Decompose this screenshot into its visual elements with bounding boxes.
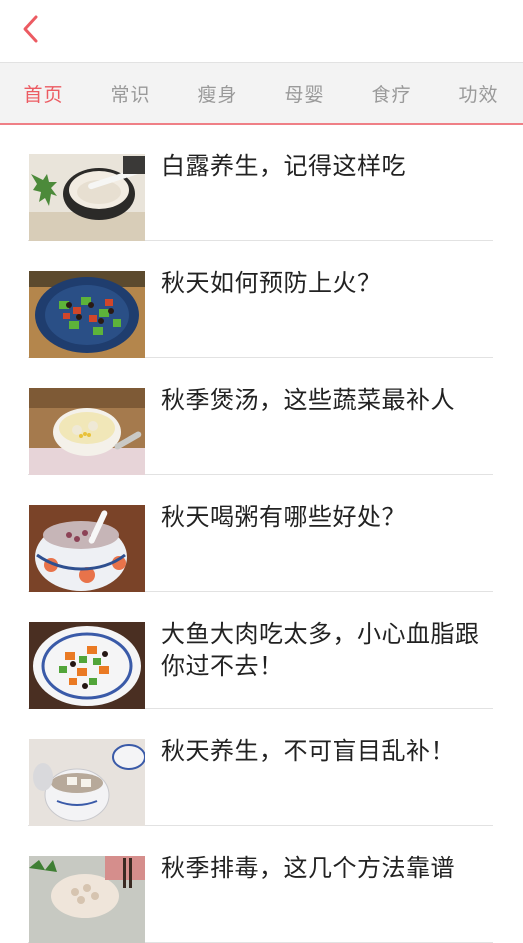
article-item[interactable]: 秋季排毒，这几个方法靠谱 bbox=[28, 826, 493, 943]
lotus-root-photo bbox=[29, 856, 145, 943]
article-item[interactable]: 秋天养生，不可盲目乱补！ bbox=[28, 709, 493, 826]
vegetable-plate-photo bbox=[29, 271, 145, 358]
tab-slimming[interactable]: 瘦身 bbox=[174, 80, 261, 107]
back-button[interactable] bbox=[14, 12, 48, 46]
corn-soup-photo bbox=[29, 388, 145, 475]
congee-bowl-photo bbox=[29, 505, 145, 592]
article-title: 秋天养生，不可盲目乱补！ bbox=[161, 737, 455, 765]
porridge-bowl-photo bbox=[29, 154, 145, 241]
tab-home[interactable]: 首页 bbox=[0, 80, 87, 107]
article-title: 白露养生，记得这样吃 bbox=[161, 152, 406, 180]
article-list: 白露养生，记得这样吃 秋天如何预防上火？ 秋季煲汤，这些蔬菜最补人 秋天喝粥有哪… bbox=[0, 124, 523, 943]
article-title: 秋天如何预防上火？ bbox=[161, 269, 382, 297]
article-item[interactable]: 白露养生，记得这样吃 bbox=[28, 124, 493, 241]
tab-knowledge[interactable]: 常识 bbox=[87, 80, 174, 107]
stir-fry-plate-photo bbox=[29, 622, 145, 709]
category-tabs: 首页 常识 瘦身 母婴 食疗 功效 bbox=[0, 62, 523, 125]
article-item[interactable]: 大鱼大肉吃太多，小心血脂跟你过不去！ bbox=[28, 592, 493, 709]
article-title: 秋季煲汤，这些蔬菜最补人 bbox=[161, 386, 455, 414]
tab-maternal-baby[interactable]: 母婴 bbox=[261, 80, 348, 107]
tab-diet-therapy[interactable]: 食疗 bbox=[348, 80, 435, 107]
tab-efficacy[interactable]: 功效 bbox=[435, 80, 522, 107]
article-title: 大鱼大肉吃太多，小心血脂跟你过不去！ bbox=[161, 620, 480, 680]
article-item[interactable]: 秋天如何预防上火？ bbox=[28, 241, 493, 358]
article-title: 秋季排毒，这几个方法靠谱 bbox=[161, 854, 455, 882]
article-item[interactable]: 秋季煲汤，这些蔬菜最补人 bbox=[28, 358, 493, 475]
top-bar bbox=[0, 0, 523, 62]
article-item[interactable]: 秋天喝粥有哪些好处？ bbox=[28, 475, 493, 592]
article-title: 秋天喝粥有哪些好处？ bbox=[161, 503, 406, 531]
chevron-left-icon bbox=[23, 15, 38, 43]
stew-pot-photo bbox=[29, 739, 145, 826]
